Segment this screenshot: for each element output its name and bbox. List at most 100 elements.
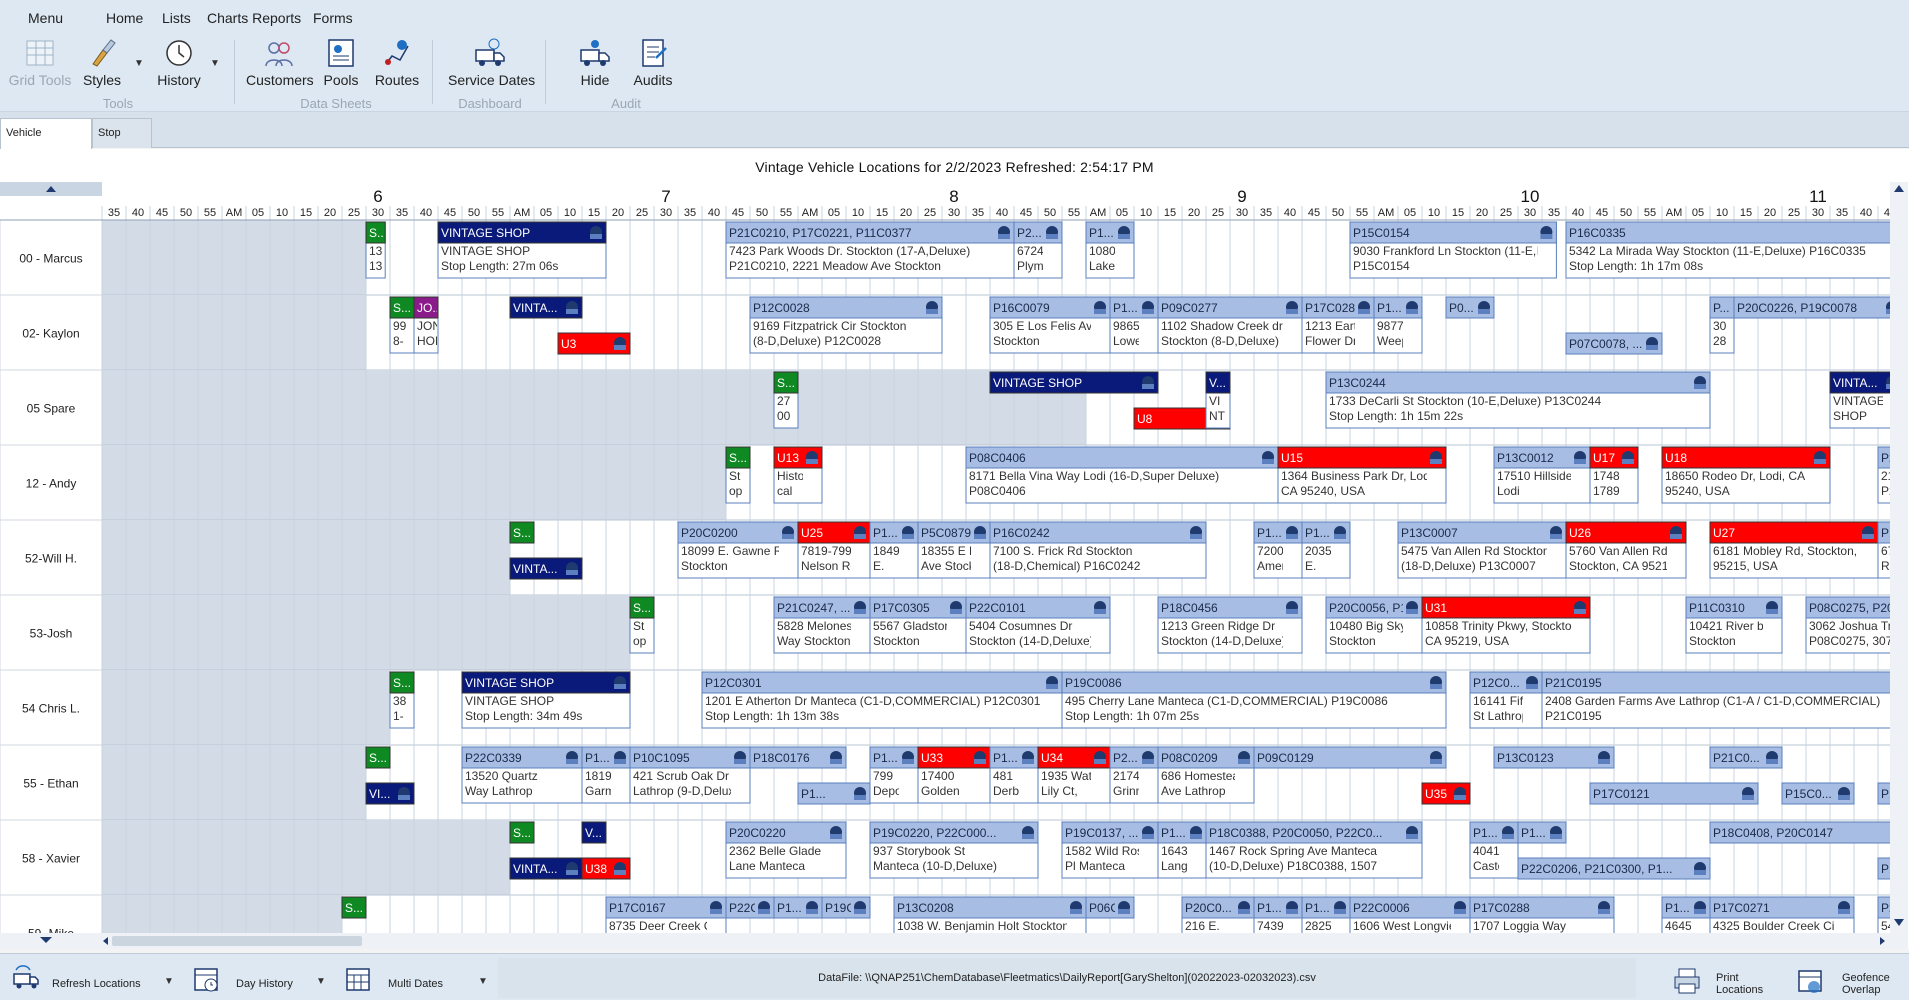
print-locations-button[interactable]: Print Locations [1716, 972, 1763, 996]
stop-green[interactable]: S... Stop [629, 596, 655, 654]
audits-button[interactable]: Audits [632, 36, 674, 88]
stop-green[interactable]: S... [341, 896, 367, 919]
stop-blue[interactable]: P1...9865Lower [1109, 296, 1159, 354]
stop-blue[interactable]: P22C0... [725, 896, 776, 919]
stop-green[interactable]: S... [509, 821, 535, 844]
stop-red[interactable]: U27 6181 Mobley Rd, Stockton, CA95215, US… [1709, 521, 1879, 579]
stop-blue[interactable]: P19C0137, ... 1582 Wild RosePl Manteca [1061, 821, 1159, 879]
stop-blue[interactable]: P18C0388, P20C0050, P22C0... 1467 Rock Sp… [1205, 821, 1423, 879]
stop-blue[interactable]: P17C03055567 Gladstone Dr.Stockton [869, 596, 976, 654]
stop-blue[interactable]: P07C0078, ... [1565, 332, 1663, 355]
stop-red[interactable]: U1717482-17898 [1589, 446, 1639, 504]
stop-blue[interactable]: P1...18496E. [869, 521, 919, 579]
stop-red[interactable]: U3 [557, 332, 631, 355]
stop-blue[interactable]: P21C01952408 Garden Farms Ave Lathrop (C… [1541, 671, 1909, 729]
stop-blue[interactable]: P18C0456 1213 Green Ridge DrStockton (14-… [1157, 596, 1303, 654]
stop-blue[interactable]: P1...10803Lakem [1085, 221, 1135, 279]
stop-green[interactable]: S... [365, 746, 391, 769]
day-history-button[interactable]: Day History [236, 978, 293, 990]
history-button[interactable]: History [154, 36, 204, 88]
stop-header[interactable] [1709, 521, 1879, 544]
day-history-dropdown-arrow[interactable]: ▼ [316, 976, 326, 987]
stop-purple[interactable]: JO...JONHOME [413, 296, 453, 354]
stop-blue[interactable]: P1...1643Langu [1157, 821, 1207, 879]
stop-blue[interactable]: P09C0129 [1253, 746, 1447, 769]
stop-blue[interactable]: P06C1... [1085, 896, 1136, 919]
service-dates-button[interactable]: Service Dates [448, 36, 535, 88]
stop-green[interactable]: S... Stop [725, 446, 751, 504]
stop-navy[interactable]: V... [581, 821, 607, 844]
stop-blue[interactable]: P16C0242 7100 S. Frick Rd Stockton(18-D,C… [989, 521, 1207, 579]
stop-header[interactable] [1421, 596, 1591, 619]
stop-navy[interactable]: VINTAGE SHOPVINTAGE SHOPStop Length: 27m… [437, 221, 607, 279]
stop-blue[interactable]: P1...18190Garmet [581, 746, 631, 804]
stop-header[interactable] [1277, 446, 1447, 469]
tab-forms[interactable]: Forms [313, 10, 353, 26]
stop-blue[interactable]: P19C0086 495 Cherry Lane Manteca (C1-D,CO… [1061, 671, 1447, 729]
multi-calendar-icon[interactable] [344, 964, 374, 994]
stop-navy[interactable]: VINTA... [509, 857, 583, 880]
tab-menu[interactable]: Menu [28, 10, 63, 26]
stop-blue[interactable]: P13C0007 5475 Van Allen Rd Stockton(18-D,… [1397, 521, 1567, 579]
stop-blue[interactable]: P13C0123 [1493, 746, 1615, 769]
stop-blue[interactable]: P1... [797, 782, 871, 805]
stop-blue[interactable]: P20C0056, P18C...10480 Big Sky WayStockt… [1325, 596, 1433, 654]
routes-button[interactable]: Routes [374, 36, 420, 88]
stop-blue[interactable]: P12C0...16141 FifthSt Lathrop [1469, 671, 1543, 729]
stop-green[interactable]: S... 381- [389, 671, 415, 729]
stop-blue[interactable]: P12C0301 1201 E Atherton Dr Manteca (C1-D… [701, 671, 1063, 729]
stop-red[interactable]: U15 1364 Business Park Dr, Lodi,CA 95240,… [1277, 446, 1447, 504]
stop-blue[interactable]: P1...799Depot [869, 746, 919, 804]
pools-button[interactable]: Pools [322, 36, 360, 88]
tab-vehicle-locations[interactable]: Vehicle Locations [0, 118, 92, 167]
stop-red[interactable]: U33 17400Golden [917, 746, 991, 804]
stop-blue[interactable]: P2...2174Grinnel [1109, 746, 1159, 804]
tab-stop-data[interactable]: Stop Data [92, 118, 152, 167]
stop-blue[interactable]: P22C0206, P21C0300, P1... [1517, 857, 1711, 880]
customers-button[interactable]: Customers [246, 36, 314, 88]
stop-blue[interactable]: P19C0220, P22C000... 937 Storybook StMant… [869, 821, 1039, 879]
stop-blue[interactable]: P22C0101 5404 Cosumnes DrStockton (14-D,D… [965, 596, 1111, 654]
scrollbar-thumb[interactable] [112, 936, 362, 946]
vertical-scrollbar[interactable] [1890, 182, 1908, 949]
stop-red[interactable]: U341935 WaterLily Ct, [1037, 746, 1111, 804]
tab-lists[interactable]: Lists [162, 10, 191, 26]
refresh-locations-icon[interactable] [10, 964, 42, 994]
stop-green[interactable]: S... [509, 521, 535, 544]
stop-navy[interactable]: VINTA... [509, 296, 583, 319]
styles-button[interactable]: Styles [82, 36, 122, 88]
stop-blue[interactable]: P13C001217510 Hillside DrLodi [1493, 446, 1591, 504]
refresh-dropdown-arrow[interactable]: ▼ [164, 976, 174, 987]
stop-red[interactable]: U35 [1421, 782, 1471, 805]
refresh-locations-button[interactable]: Refresh Locations [52, 978, 141, 990]
hide-button[interactable]: Hide [578, 36, 612, 88]
stop-blue[interactable]: P10C1095 421 Scrub Oak DrLathrop (9-D,Del… [629, 746, 751, 804]
stop-blue[interactable]: P16C0079 305 E Los Felis AveStockton [989, 296, 1111, 354]
history-dropdown-arrow[interactable]: ▼ [210, 58, 220, 69]
stop-blue[interactable]: P17C0287 1213 EarthFlower Dr [1301, 296, 1375, 354]
stop-navy[interactable]: VINTA... [509, 557, 583, 580]
stop-blue[interactable]: P12C0028 9169 Fitzpatrick Cir Stockton(8-… [749, 296, 943, 354]
stop-blue[interactable]: P20C0226, P19C0078 [1733, 296, 1902, 319]
multi-dates-button[interactable]: Multi Dates [388, 978, 443, 990]
stop-blue[interactable]: P09C0277 1102 Shadow Creek drStockton (8-… [1157, 296, 1303, 354]
stop-blue[interactable]: P... 3028 [1709, 296, 1735, 354]
scrollbar-track[interactable] [1890, 182, 1908, 949]
stop-red[interactable]: U257819-7999Nelson Rd, [797, 521, 871, 579]
stop-blue[interactable]: P1...4041Castelli [1469, 821, 1519, 879]
stop-blue[interactable]: P08C0209 686 HomesteadAve Lathrop [1157, 746, 1255, 804]
print-icon[interactable] [1672, 966, 1702, 996]
stop-green[interactable]: S... 998- [389, 296, 415, 354]
stop-blue[interactable]: P18C0176 [749, 746, 847, 769]
stop-header[interactable] [1661, 446, 1831, 469]
stop-green[interactable]: S...1313 [365, 221, 387, 279]
stop-blue[interactable]: P1...7200Amerig [1253, 521, 1303, 579]
stop-blue[interactable]: P11C031010421 River bluffStockton [1685, 596, 1783, 654]
stop-navy[interactable]: V... VINT [1205, 371, 1231, 429]
stop-blue[interactable]: P21C0... [1709, 746, 1783, 769]
grid-tools-button[interactable]: Grid Tools [8, 36, 72, 88]
stop-navy[interactable]: VINTAGE SHOPVINTAGE SHOPStop Length: 34m… [461, 671, 631, 729]
tab-home[interactable]: Home [106, 10, 143, 26]
stop-blue[interactable]: P1... [773, 896, 823, 919]
stop-navy[interactable]: VINTAGE SHOP [989, 371, 1159, 394]
